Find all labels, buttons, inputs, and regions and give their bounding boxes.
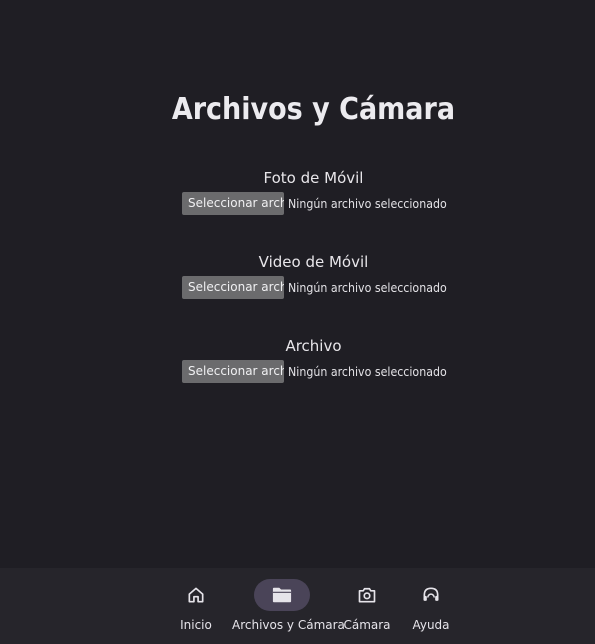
archive-field: Archivo Seleccionar archivo Ningún archi… [0,336,595,383]
page-title: Archivos y Cámara [171,92,456,127]
video-select-file-button[interactable]: Seleccionar archivo [182,276,284,299]
archive-field-label: Archivo [285,337,342,355]
nav-icon-container [168,579,224,611]
photo-field-label: Foto de Móvil [263,169,364,187]
nav-label-camara: Cámara [343,618,391,632]
photo-file-input[interactable]: Seleccionar archivo Ningún archivo selec… [182,192,461,215]
nav-item-archivos-y-camara[interactable]: Archivos y Cámara [232,568,345,644]
nav-item-camara[interactable]: Cámara [340,568,394,644]
nav-label-archivos-y-camara: Archivos y Cámara [232,618,345,632]
nav-item-inicio[interactable]: Inicio [168,568,224,644]
archive-file-input[interactable]: Seleccionar archivo Ningún archivo selec… [182,360,461,383]
nav-icon-container [403,579,459,611]
headset-icon [423,587,439,601]
home-icon [188,587,204,603]
video-file-status: Ningún archivo seleccionado [288,280,447,295]
nav-label-inicio: Inicio [180,618,212,632]
video-field: Video de Móvil Seleccionar archivo Ningú… [0,252,595,299]
camera-icon [358,587,376,603]
bottom-navigation: Inicio Archivos y Cámara Cámara Ayuda [0,568,595,644]
archive-select-file-button[interactable]: Seleccionar archivo [182,360,284,383]
photo-field: Foto de Móvil Seleccionar archivo Ningún… [0,168,595,215]
nav-active-indicator [254,579,310,611]
nav-label-ayuda: Ayuda [412,618,450,632]
video-field-label: Video de Móvil [258,253,369,271]
page: Archivos y Cámara Foto de Móvil Seleccio… [0,0,595,644]
video-file-input[interactable]: Seleccionar archivo Ningún archivo selec… [182,276,461,299]
photo-select-file-button[interactable]: Seleccionar archivo [182,192,284,215]
photo-file-status: Ningún archivo seleccionado [288,196,447,211]
nav-icon-container [339,579,395,611]
archive-file-status: Ningún archivo seleccionado [288,364,447,379]
nav-item-ayuda[interactable]: Ayuda [404,568,458,644]
folder-icon [272,587,292,603]
